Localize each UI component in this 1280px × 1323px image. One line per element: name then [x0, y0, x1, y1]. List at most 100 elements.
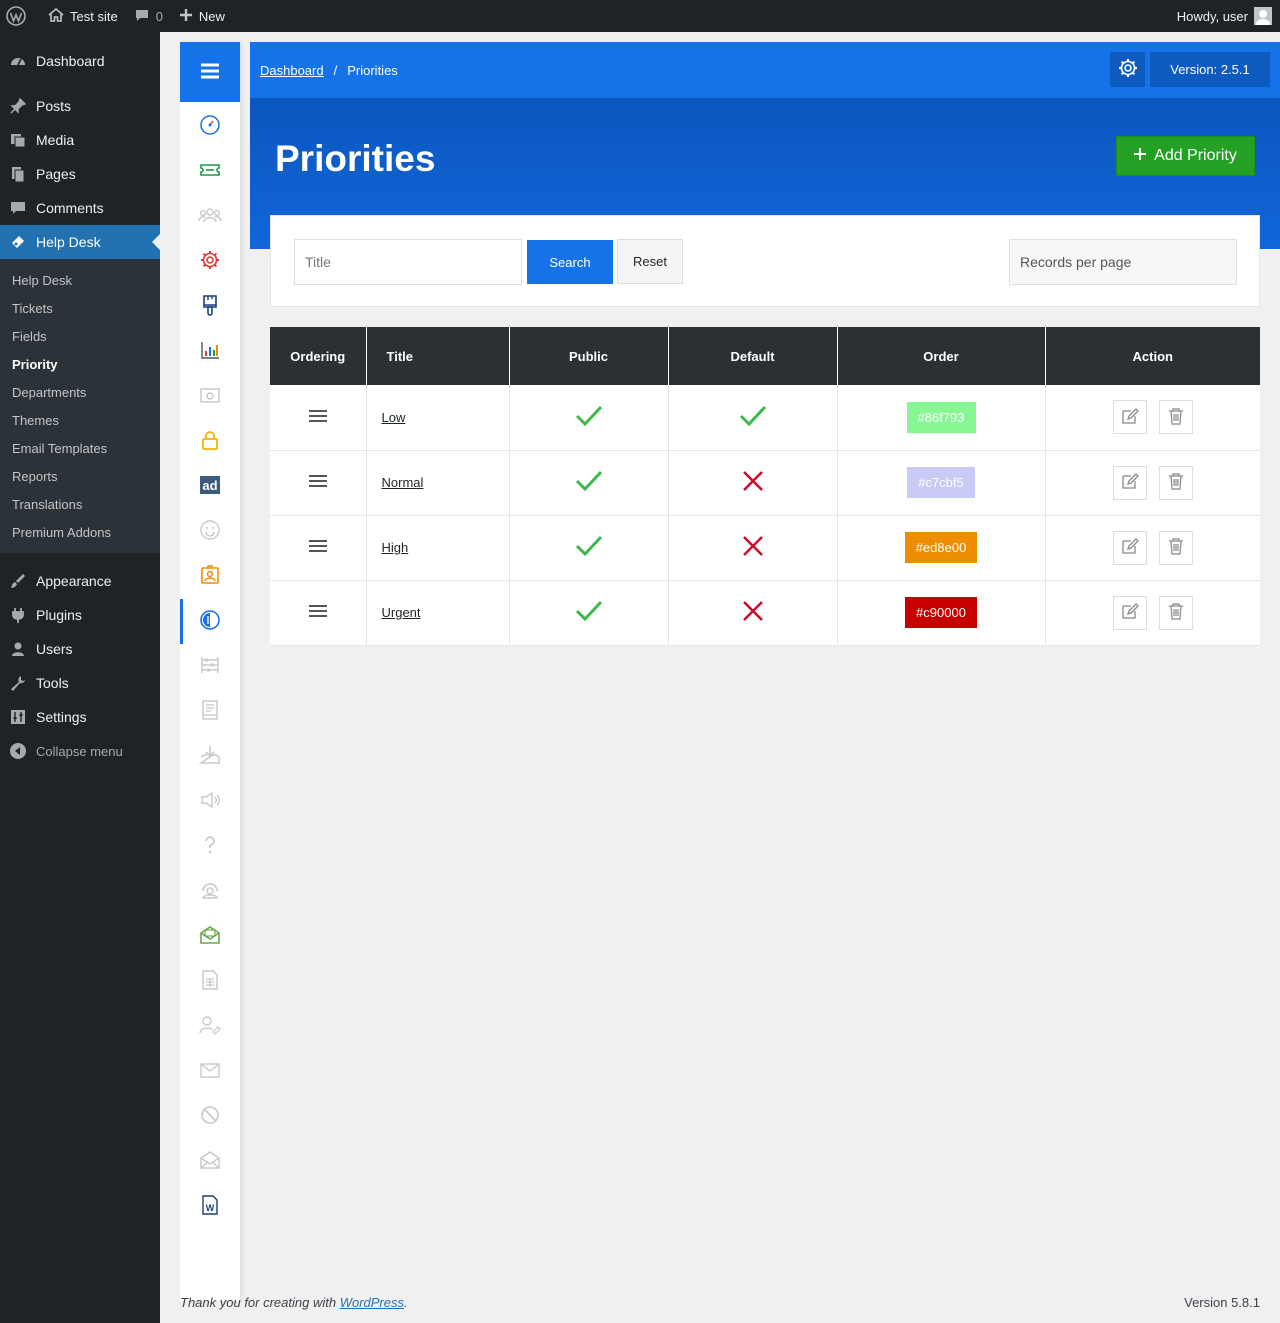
mail-open-icon: [199, 1149, 221, 1174]
add-priority-button[interactable]: Add Priority: [1116, 136, 1255, 176]
submenu-tickets[interactable]: Tickets: [0, 294, 160, 322]
public-status[interactable]: [509, 450, 669, 516]
sidebar-user-fields[interactable]: [180, 1004, 240, 1049]
edit-button[interactable]: [1112, 530, 1147, 565]
submenu-fields[interactable]: Fields: [0, 322, 160, 350]
delete-button[interactable]: [1158, 595, 1193, 630]
menu-item-appearance[interactable]: Appearance: [0, 564, 160, 598]
edit-button[interactable]: [1112, 400, 1147, 435]
pages-icon: [8, 164, 28, 184]
sidebar-faqs[interactable]: [180, 824, 240, 869]
delete-button[interactable]: [1158, 400, 1193, 435]
column-header-public[interactable]: Public: [509, 327, 669, 385]
id-card-icon: [199, 564, 221, 589]
submenu-priority[interactable]: Priority: [0, 350, 160, 378]
sidebar-downloads[interactable]: [180, 734, 240, 779]
column-header-title[interactable]: Title: [366, 327, 510, 385]
sidebar-word-export[interactable]: W: [180, 1184, 240, 1229]
sidebar-ads[interactable]: ad: [180, 464, 240, 509]
menu-item-plugins[interactable]: Plugins: [0, 598, 160, 632]
edit-button[interactable]: [1112, 465, 1147, 500]
default-status[interactable]: [668, 515, 838, 581]
submenu-translations[interactable]: Translations: [0, 490, 160, 518]
wordpress-logo-icon[interactable]: [0, 0, 40, 32]
menu-item-pages[interactable]: Pages: [0, 157, 160, 191]
collapse-menu-button[interactable]: Collapse menu: [0, 734, 160, 768]
trash-icon: [1168, 602, 1184, 623]
new-content-link[interactable]: New: [171, 0, 233, 32]
ban-icon: [199, 1104, 221, 1129]
public-status[interactable]: [509, 385, 669, 451]
wordpress-link[interactable]: WordPress: [340, 1295, 404, 1310]
table-row: High #ed8e00: [270, 515, 1260, 581]
sidebar-themes[interactable]: [180, 284, 240, 329]
sidebar-priority[interactable]: [180, 599, 240, 644]
sidebar-email[interactable]: [180, 374, 240, 419]
menu-item-posts[interactable]: Posts: [0, 89, 160, 123]
sidebar-knowledge-base[interactable]: [180, 689, 240, 734]
edit-button[interactable]: [1112, 595, 1147, 630]
comments-link[interactable]: 0: [126, 0, 171, 32]
default-status[interactable]: [668, 580, 838, 646]
submenu-reports[interactable]: Reports: [0, 462, 160, 490]
check-icon: [575, 600, 603, 626]
sidebar-tickets[interactable]: [180, 149, 240, 194]
sidebar-configuration[interactable]: [180, 239, 240, 284]
sidebar-agents[interactable]: [180, 194, 240, 239]
sidebar-support[interactable]: [180, 869, 240, 914]
public-status[interactable]: [509, 515, 669, 581]
menu-item-dashboard[interactable]: Dashboard: [0, 44, 160, 78]
settings-button[interactable]: [1110, 52, 1145, 87]
submenu-departments[interactable]: Departments: [0, 378, 160, 406]
delete-button[interactable]: [1158, 465, 1193, 500]
menu-item-help-desk[interactable]: Help Desk: [0, 225, 160, 259]
search-button[interactable]: Search: [527, 240, 613, 284]
priority-title-link[interactable]: Low: [382, 410, 406, 425]
drag-handle[interactable]: [270, 515, 367, 581]
sidebar-email-piping[interactable]: [180, 914, 240, 959]
column-header-default[interactable]: Default: [668, 327, 838, 385]
menu-item-comments[interactable]: Comments: [0, 191, 160, 225]
priority-title-link[interactable]: High: [382, 540, 409, 555]
menu-item-users[interactable]: Users: [0, 632, 160, 666]
column-header-order[interactable]: Order: [837, 327, 1046, 385]
sidebar-announcements[interactable]: [180, 779, 240, 824]
sidebar-banned[interactable]: [180, 1094, 240, 1139]
hamburger-menu-button[interactable]: [180, 42, 240, 102]
sidebar-user-card[interactable]: [180, 554, 240, 599]
comment-icon: [134, 7, 156, 26]
breadcrumb-dashboard-link[interactable]: Dashboard: [260, 63, 324, 78]
reset-button[interactable]: Reset: [617, 239, 683, 284]
menu-item-tools[interactable]: Tools: [0, 666, 160, 700]
paint-brush-icon: [199, 294, 221, 319]
priority-title-link[interactable]: Urgent: [382, 605, 421, 620]
drag-handle[interactable]: [270, 450, 367, 516]
title-search-input[interactable]: [294, 239, 522, 285]
sidebar-export[interactable]: [180, 959, 240, 1004]
sidebar-speedometer[interactable]: [180, 104, 240, 149]
default-status[interactable]: [668, 450, 838, 516]
records-per-page-select[interactable]: Records per page: [1009, 239, 1237, 285]
default-status[interactable]: [668, 385, 838, 451]
sidebar-read-mail[interactable]: [180, 1139, 240, 1184]
menu-item-settings[interactable]: Settings: [0, 700, 160, 734]
trash-icon: [1168, 407, 1184, 428]
sidebar-feedback[interactable]: [180, 509, 240, 554]
priority-title-link[interactable]: Normal: [382, 475, 424, 490]
drag-handle[interactable]: [270, 580, 367, 646]
delete-button[interactable]: [1158, 530, 1193, 565]
submenu-email-templates[interactable]: Email Templates: [0, 434, 160, 462]
breadcrumb: Dashboard / Priorities: [260, 62, 398, 78]
submenu-help-desk[interactable]: Help Desk: [0, 266, 160, 294]
site-name-link[interactable]: Test site: [40, 0, 126, 32]
sidebar-reports[interactable]: [180, 329, 240, 374]
sidebar-slots[interactable]: [180, 644, 240, 689]
drag-handle[interactable]: [270, 385, 367, 451]
user-account-link[interactable]: Howdy, user: [1169, 0, 1280, 32]
submenu-themes[interactable]: Themes: [0, 406, 160, 434]
menu-item-media[interactable]: Media: [0, 123, 160, 157]
sidebar-permissions[interactable]: [180, 419, 240, 464]
sidebar-mail[interactable]: [180, 1049, 240, 1094]
submenu-premium-addons[interactable]: Premium Addons: [0, 518, 160, 546]
public-status[interactable]: [509, 580, 669, 646]
